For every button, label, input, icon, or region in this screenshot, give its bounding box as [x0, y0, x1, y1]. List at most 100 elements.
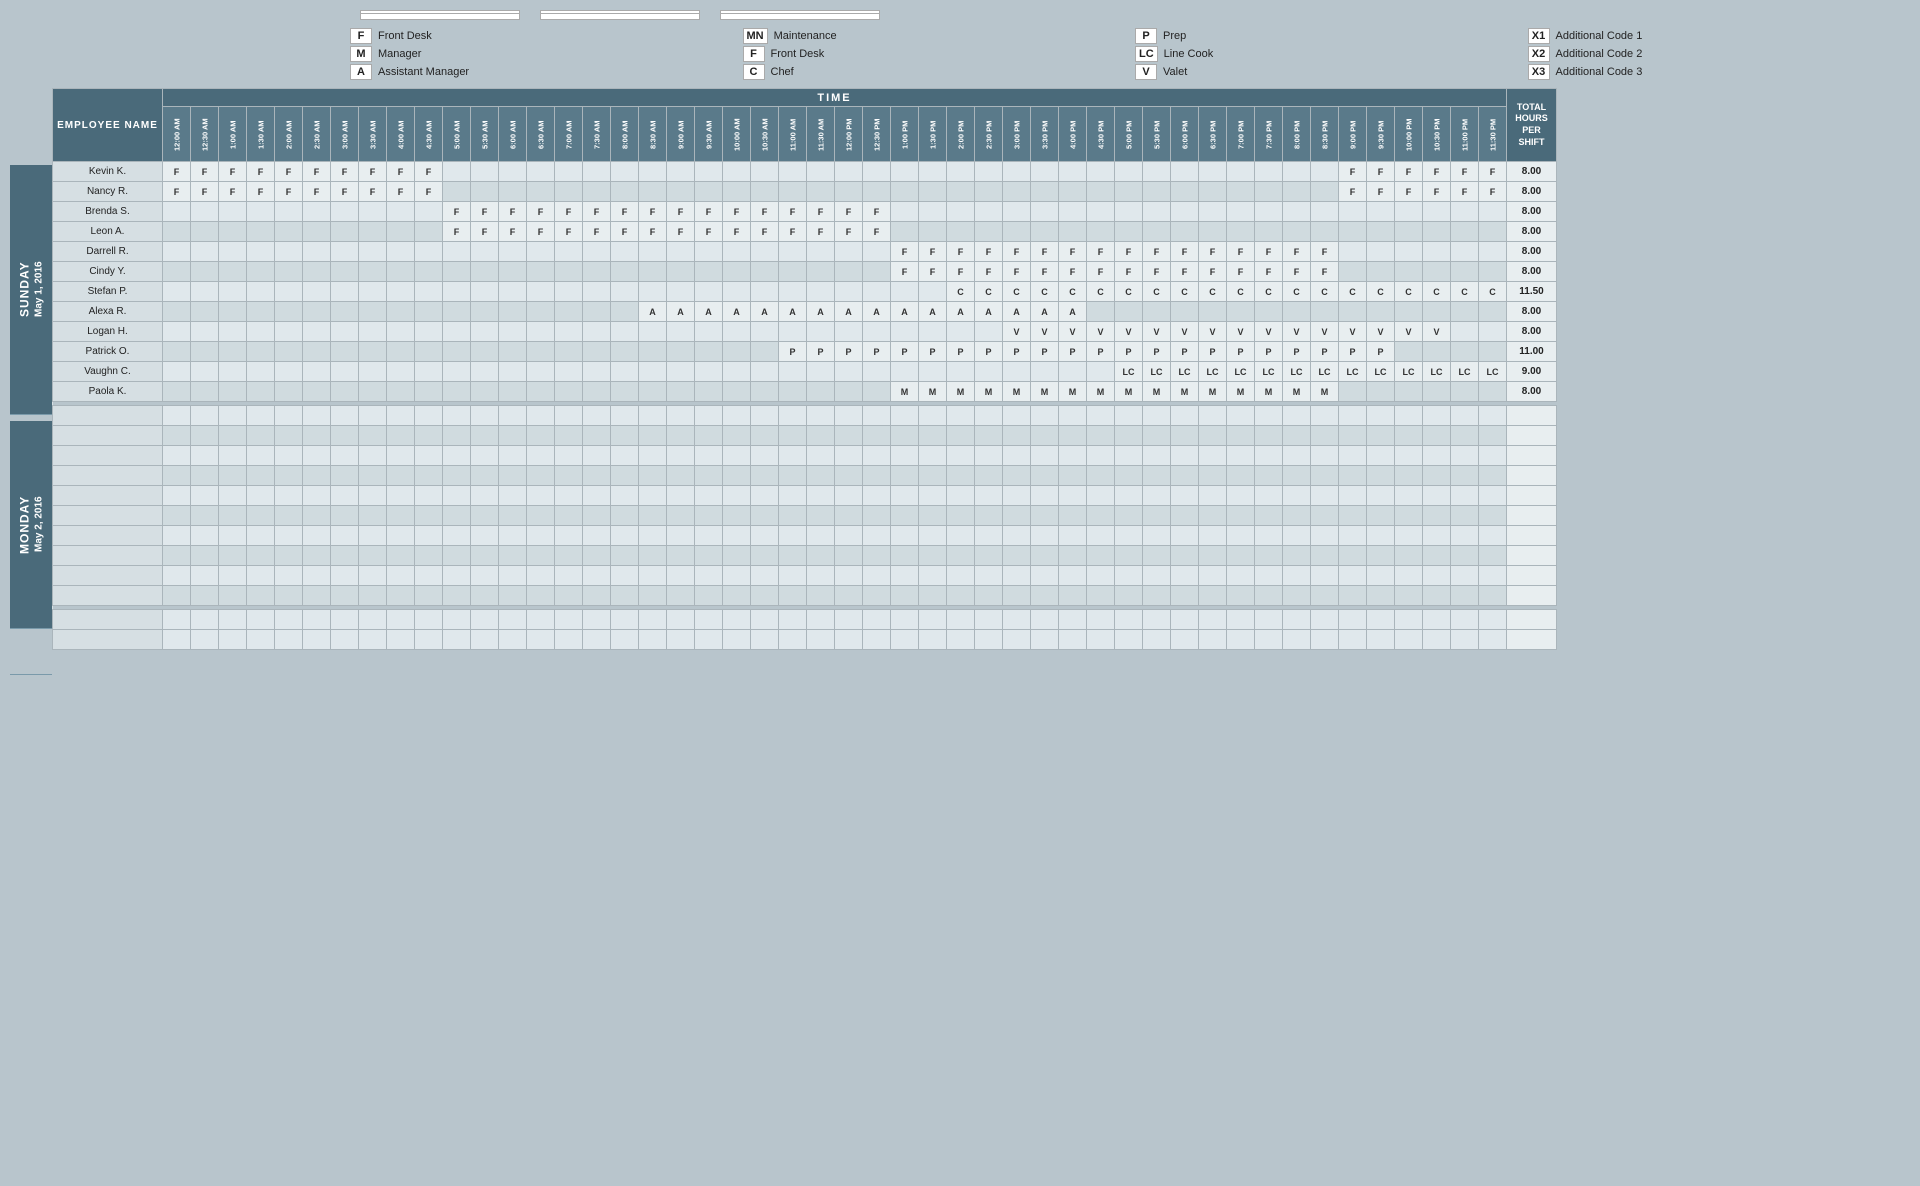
slot-40	[1283, 182, 1311, 202]
slot-39: F	[1255, 242, 1283, 262]
slot-46	[1451, 486, 1479, 506]
slot-30	[1003, 426, 1031, 446]
slot-17	[639, 182, 667, 202]
slot-27: P	[919, 342, 947, 362]
slot-22: A	[779, 302, 807, 322]
slot-9	[415, 426, 443, 446]
slot-11	[471, 382, 499, 402]
slot-43	[1367, 242, 1395, 262]
slot-28	[947, 446, 975, 466]
slot-32: F	[1059, 242, 1087, 262]
slot-13	[527, 566, 555, 586]
slot-27	[919, 566, 947, 586]
slot-1	[191, 546, 219, 566]
slot-37	[1199, 202, 1227, 222]
slot-35	[1143, 446, 1171, 466]
slot-28: M	[947, 382, 975, 402]
slot-5	[303, 342, 331, 362]
slot-44	[1395, 406, 1423, 426]
slot-29	[975, 466, 1003, 486]
table-row: Darrell R.FFFFFFFFFFFFFFFF8.00	[53, 242, 1557, 262]
slot-14	[555, 322, 583, 342]
slot-36: M	[1171, 382, 1199, 402]
slot-47	[1479, 466, 1507, 486]
total-hours-cell	[1507, 466, 1557, 486]
slot-4	[275, 526, 303, 546]
slot-44	[1395, 342, 1423, 362]
total-hours-cell: 8.00	[1507, 162, 1557, 182]
slot-9	[415, 566, 443, 586]
slot-29	[975, 486, 1003, 506]
table-scroll-area[interactable]: EMPLOYEE NAMETIMETOTALHOURSPERSHIFT12:00…	[52, 88, 1910, 675]
slot-29: C	[975, 282, 1003, 302]
legend-item: AAssistant Manager	[350, 64, 733, 80]
slot-31	[1031, 466, 1059, 486]
slot-41	[1311, 630, 1339, 650]
slot-4	[275, 322, 303, 342]
slot-28	[947, 322, 975, 342]
slot-22	[779, 182, 807, 202]
time-slot-header-6: 3:00 AM	[331, 107, 359, 162]
slot-0	[163, 406, 191, 426]
total-hours-cell	[1507, 546, 1557, 566]
legend-item: MManager	[350, 46, 733, 62]
slot-7	[359, 506, 387, 526]
legend-label: Additional Code 3	[1556, 66, 1643, 78]
slot-17	[639, 526, 667, 546]
slot-42	[1339, 486, 1367, 506]
slot-28	[947, 182, 975, 202]
slot-35	[1143, 202, 1171, 222]
slot-34	[1115, 526, 1143, 546]
slot-13	[527, 610, 555, 630]
slot-15	[583, 282, 611, 302]
slot-15	[583, 182, 611, 202]
slot-34: LC	[1115, 362, 1143, 382]
slot-43	[1367, 566, 1395, 586]
slot-26	[891, 426, 919, 446]
slot-41: P	[1311, 342, 1339, 362]
slot-34: P	[1115, 342, 1143, 362]
slot-7	[359, 382, 387, 402]
slot-33	[1087, 426, 1115, 446]
slot-10	[443, 546, 471, 566]
table-row	[53, 406, 1557, 426]
employee-name-cell	[53, 486, 163, 506]
slot-11	[471, 630, 499, 650]
slot-2	[219, 302, 247, 322]
slot-35	[1143, 506, 1171, 526]
slot-38	[1227, 446, 1255, 466]
slot-36	[1171, 486, 1199, 506]
slot-4	[275, 466, 303, 486]
slot-34: M	[1115, 382, 1143, 402]
slot-32: M	[1059, 382, 1087, 402]
employee-name-cell	[53, 506, 163, 526]
slot-0	[163, 282, 191, 302]
slot-42	[1339, 630, 1367, 650]
slot-25	[863, 630, 891, 650]
slot-16	[611, 242, 639, 262]
slot-38: F	[1227, 262, 1255, 282]
slot-31: A	[1031, 302, 1059, 322]
slot-36	[1171, 202, 1199, 222]
slot-1	[191, 586, 219, 606]
slot-12	[499, 162, 527, 182]
slot-3	[247, 446, 275, 466]
slot-23	[807, 466, 835, 486]
slot-14	[555, 466, 583, 486]
slot-8	[387, 406, 415, 426]
slot-36: LC	[1171, 362, 1199, 382]
slot-8	[387, 262, 415, 282]
time-slot-header-30: 3:00 PM	[1003, 107, 1031, 162]
slot-46	[1451, 526, 1479, 546]
slot-7	[359, 242, 387, 262]
slot-6	[331, 202, 359, 222]
slot-17	[639, 322, 667, 342]
slot-47	[1479, 526, 1507, 546]
slot-3	[247, 506, 275, 526]
slot-1	[191, 202, 219, 222]
slot-0: F	[163, 182, 191, 202]
slot-31	[1031, 630, 1059, 650]
slot-44	[1395, 526, 1423, 546]
slot-6	[331, 610, 359, 630]
slot-35: V	[1143, 322, 1171, 342]
